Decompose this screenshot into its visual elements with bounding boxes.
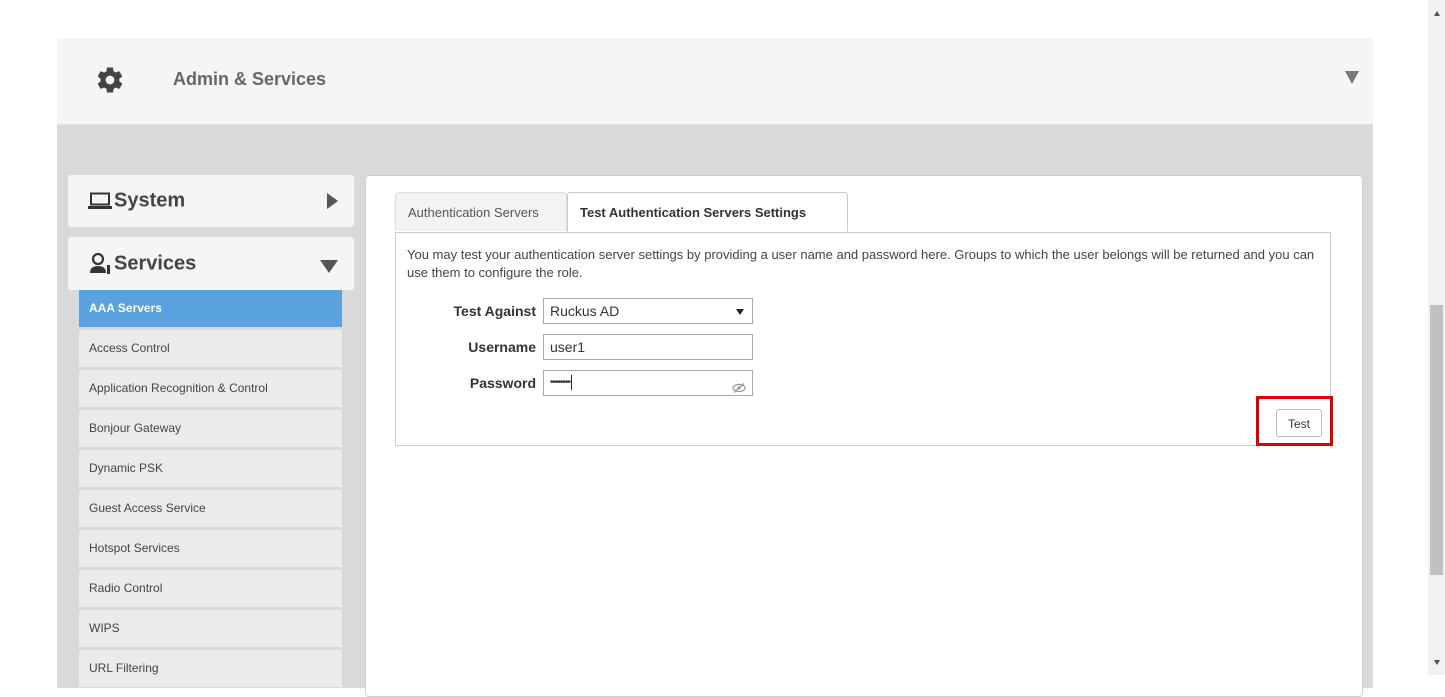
sidebar-item-guest-access[interactable]: Guest Access Service [79,490,342,527]
password-value: •••••••• [550,377,571,388]
sidebar-item-dynamic-psk[interactable]: Dynamic PSK [79,450,342,487]
text-cursor [571,374,573,390]
test-against-row: Test Against [396,298,536,324]
vertical-scrollbar[interactable] [1428,0,1445,675]
sidebar-item-access-control[interactable]: Access Control [79,330,342,367]
tab-test-authentication-servers-settings[interactable]: Test Authentication Servers Settings [567,192,848,232]
sidebar-item-bonjour-gateway[interactable]: Bonjour Gateway [79,410,342,447]
chevron-down-icon [320,259,338,273]
tab-authentication-servers[interactable]: Authentication Servers [395,192,567,231]
scroll-thumb[interactable] [1430,305,1443,575]
username-row: Username [396,334,536,360]
main-panel: Authentication Servers Test Authenticati… [365,175,1363,697]
sidebar-item-url-filtering[interactable]: URL Filtering [79,650,342,687]
username-label: Username [468,339,536,355]
gear-icon [97,67,123,93]
test-against-value: Ruckus AD [550,303,620,319]
password-row: Password [396,370,536,396]
tab-content: You may test your authentication server … [395,232,1331,446]
sidebar-item-aaa-servers[interactable]: AAA Servers [79,290,342,327]
test-against-select[interactable]: Ruckus AD [543,298,753,324]
description-text: You may test your authentication server … [407,247,1315,280]
eye-slash-icon[interactable] [732,378,746,402]
username-input[interactable]: user1 [543,334,753,360]
scroll-up-arrow-icon[interactable] [1434,11,1440,16]
eye-slash-icon-svg [732,383,746,393]
sidebar-system[interactable]: System [68,175,354,227]
services-icon [90,252,110,274]
sidebar-item-application-recognition[interactable]: Application Recognition & Control [79,370,342,407]
sidebar-services[interactable]: Services [68,237,354,290]
services-menu: AAA Servers Access Control Application R… [79,290,342,690]
admin-services-header[interactable]: Admin & Services [57,38,1373,125]
password-label: Password [469,375,536,391]
test-button[interactable]: Test [1276,409,1322,437]
password-input[interactable]: •••••••• [543,370,753,396]
laptop-icon [88,192,112,209]
sidebar-item-wips[interactable]: WIPS [79,610,342,647]
sidebar-services-label: Services [114,252,197,274]
scroll-down-arrow-icon[interactable] [1434,660,1440,665]
sidebar-item-radio-control[interactable]: Radio Control [79,570,342,607]
sidebar-item-hotspot-services[interactable]: Hotspot Services [79,530,342,567]
sidebar-system-label: System [114,189,186,212]
test-against-label: Test Against [453,303,536,319]
chevron-down-icon[interactable] [1345,71,1359,84]
header-title: Admin & Services [173,69,327,89]
username-value: user1 [550,339,586,355]
chevron-right-icon [327,193,338,209]
test-button-highlight: Test [1256,396,1333,446]
select-arrow-icon [736,309,744,315]
